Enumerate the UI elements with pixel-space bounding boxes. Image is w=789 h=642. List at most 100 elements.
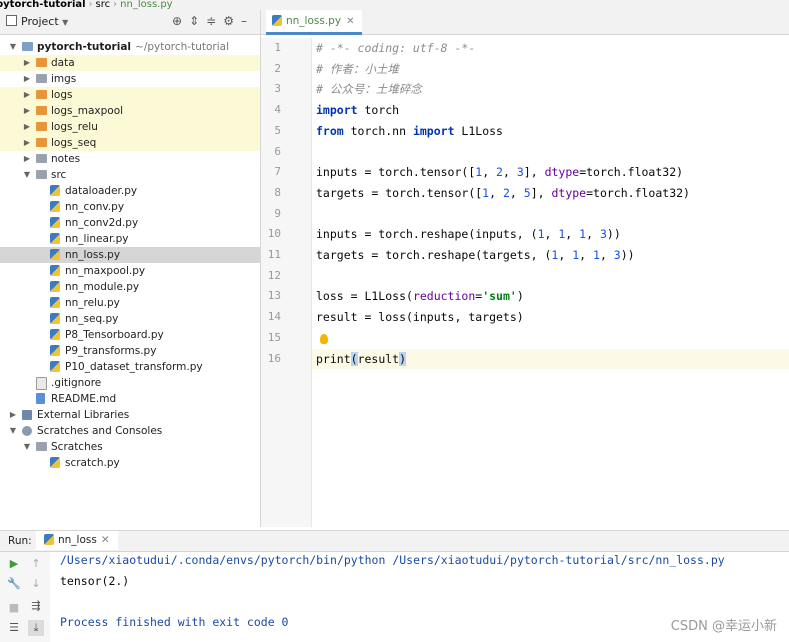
tree-item[interactable]: nn_conv.py: [0, 199, 260, 215]
tree-item[interactable]: nn_module.py: [0, 279, 260, 295]
tree-item[interactable]: ▶ imgs: [0, 71, 260, 87]
chevron-down-icon[interactable]: ▼: [8, 39, 18, 55]
chevron-right-icon[interactable]: ▶: [22, 135, 32, 151]
breadcrumb-folder[interactable]: src: [96, 0, 111, 10]
tree-item[interactable]: nn_linear.py: [0, 231, 260, 247]
tree-item-text: logs_maxpool: [51, 105, 124, 117]
tree-item-label: nn_maxpool.py: [65, 263, 145, 279]
project-view-selector[interactable]: Project ▼: [6, 15, 68, 28]
lightbulb-icon[interactable]: [320, 333, 328, 344]
tab-nn-loss[interactable]: nn_loss.py ✕: [266, 10, 363, 35]
expand-all-icon[interactable]: ⇕: [189, 14, 206, 28]
tree-item[interactable]: nn_conv2d.py: [0, 215, 260, 231]
tree-item[interactable]: ▶ logs: [0, 87, 260, 103]
close-icon[interactable]: ✕: [101, 534, 110, 546]
scroll-down-icon[interactable]: ↓: [28, 576, 44, 592]
tree-item-text: nn_seq.py: [65, 313, 119, 325]
rerun-icon[interactable]: ▶: [6, 556, 22, 572]
tab-label: nn_loss.py: [286, 15, 342, 27]
wrench-icon[interactable]: 🔧: [6, 576, 22, 592]
chevron-down-icon[interactable]: ▼: [22, 439, 32, 455]
tree-item-text: External Libraries: [37, 409, 130, 421]
tree-item[interactable]: ▼ Scratches: [0, 439, 260, 455]
code-line[interactable]: inputs = torch.reshape(inputs, (1, 1, 1,…: [316, 224, 621, 244]
tree-item-label: nn_conv.py: [65, 199, 124, 215]
code-line[interactable]: targets = torch.reshape(targets, (1, 1, …: [316, 245, 635, 265]
editor-tab-bar: nn_loss.py ✕: [261, 10, 789, 35]
tree-item-text: notes: [51, 153, 81, 165]
tree-item[interactable]: .gitignore: [0, 375, 260, 391]
code-line[interactable]: # -*- coding: utf-8 -*-: [316, 38, 475, 58]
run-tab-nn-loss[interactable]: nn_loss ✕: [36, 531, 118, 550]
line-number: 12: [267, 268, 281, 282]
python-file-icon: [44, 534, 54, 545]
collapse-all-icon[interactable]: ≑: [206, 14, 223, 28]
tree-item[interactable]: P10_dataset_transform.py: [0, 359, 260, 375]
chevron-right-icon[interactable]: ▶: [22, 103, 32, 119]
chevron-right-icon[interactable]: ▶: [22, 151, 32, 167]
tree-item[interactable]: ▼ pytorch-tutorial ~/pytorch-tutorial: [0, 39, 260, 55]
tree-item[interactable]: P8_Tensorboard.py: [0, 327, 260, 343]
code-line[interactable]: # 公众号：土堆碎念: [316, 79, 422, 99]
tree-item[interactable]: ▼ src: [0, 167, 260, 183]
run-panel-header: Run: nn_loss ✕: [0, 531, 789, 552]
close-icon[interactable]: ✕: [346, 16, 354, 27]
tree-item-text: nn_conv.py: [65, 201, 125, 213]
excluded-folder-icon: [36, 90, 47, 99]
tree-item-label: nn_conv2d.py: [65, 215, 138, 231]
code-line[interactable]: import torch: [316, 100, 399, 120]
tree-item[interactable]: dataloader.py: [0, 183, 260, 199]
tree-item-label: .gitignore: [51, 375, 101, 391]
folder-icon: [36, 154, 47, 163]
tree-item[interactable]: ▼ Scratches and Consoles: [0, 423, 260, 439]
chevron-down-icon[interactable]: ▼: [8, 423, 18, 439]
line-number: 6: [274, 144, 281, 158]
scroll-to-end-icon[interactable]: ⤓: [28, 620, 44, 636]
breadcrumb-project[interactable]: pytorch-tutorial: [0, 0, 86, 10]
tree-item[interactable]: ▶ logs_relu: [0, 119, 260, 135]
tree-item[interactable]: nn_loss.py: [0, 247, 260, 263]
gear-icon[interactable]: ⚙: [223, 14, 241, 28]
tree-item[interactable]: ▶ logs_maxpool: [0, 103, 260, 119]
chevron-right-icon[interactable]: ▶: [22, 55, 32, 71]
locate-icon[interactable]: ⊕: [172, 14, 189, 28]
project-icon: [6, 15, 17, 26]
chevron-right-icon[interactable]: ▶: [22, 71, 32, 87]
chevron-right-icon[interactable]: ▶: [22, 119, 32, 135]
project-folder-icon: [22, 42, 33, 51]
chevron-right-icon[interactable]: ▶: [22, 87, 32, 103]
code-line[interactable]: print(result): [316, 349, 407, 369]
python-file-icon: [50, 249, 60, 260]
project-panel: Project ▼ ⊕⇕≑⚙– ▼ pytorch-tutorial ~/pytor…: [0, 10, 261, 527]
tree-item[interactable]: ▶ External Libraries: [0, 407, 260, 423]
scroll-up-icon[interactable]: ↑: [28, 556, 44, 572]
excluded-folder-icon: [36, 58, 47, 67]
tree-item-label: scratch.py: [65, 455, 120, 471]
python-file-icon: [50, 361, 60, 372]
tree-item[interactable]: P9_transforms.py: [0, 343, 260, 359]
breadcrumb-file[interactable]: nn_loss.py: [120, 0, 172, 10]
code-line[interactable]: loss = L1Loss(reduction='sum'): [316, 286, 524, 306]
code-line[interactable]: # 作者：小土堆: [316, 59, 399, 79]
code-line[interactable]: from torch.nn import L1Loss: [316, 121, 503, 141]
tree-item-text: nn_loss.py: [65, 249, 121, 261]
code-line[interactable]: result = loss(inputs, targets): [316, 307, 524, 327]
tree-item[interactable]: README.md: [0, 391, 260, 407]
code-line[interactable]: inputs = torch.tensor([1, 2, 3], dtype=t…: [316, 162, 683, 182]
tree-item[interactable]: nn_maxpool.py: [0, 263, 260, 279]
soft-wrap-icon[interactable]: ⇶: [28, 598, 44, 614]
line-number: 11: [267, 248, 281, 261]
tree-item[interactable]: nn_relu.py: [0, 295, 260, 311]
stop-icon[interactable]: ■: [6, 600, 22, 616]
chevron-right-icon[interactable]: ▶: [8, 407, 18, 423]
tree-item[interactable]: ▶ notes: [0, 151, 260, 167]
tree-item[interactable]: nn_seq.py: [0, 311, 260, 327]
tree-item[interactable]: scratch.py: [0, 455, 260, 471]
minimize-icon[interactable]: –: [241, 14, 254, 28]
chevron-down-icon[interactable]: ▼: [22, 167, 32, 183]
tree-item[interactable]: ▶ logs_seq: [0, 135, 260, 151]
code-line[interactable]: targets = torch.tensor([1, 2, 5], dtype=…: [316, 183, 690, 203]
layout-icon[interactable]: ☰: [6, 620, 22, 636]
tree-item[interactable]: ▶ data: [0, 55, 260, 71]
scratches-icon: [22, 426, 32, 436]
